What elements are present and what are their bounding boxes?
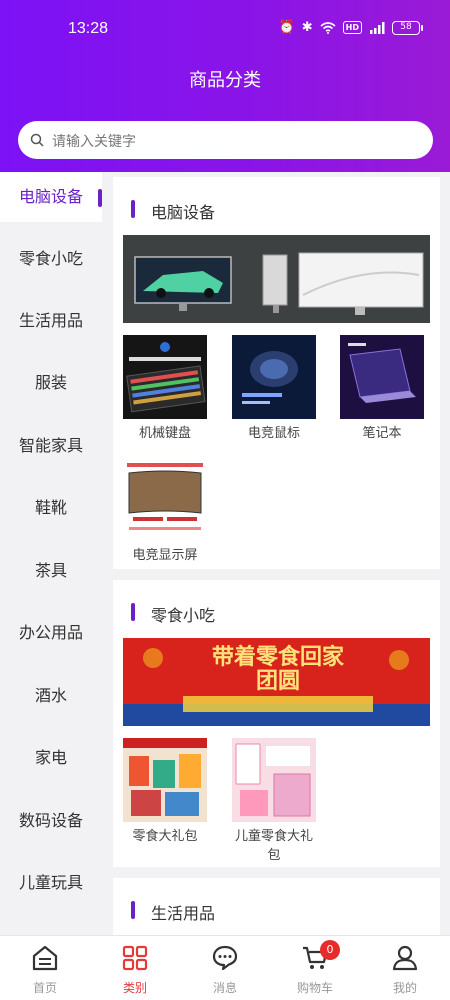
kids-snack-pack-image — [232, 738, 316, 822]
section-marker — [131, 200, 135, 218]
tab-profile[interactable]: 我的 — [360, 936, 450, 1000]
search-placeholder: 请输入关键字 — [52, 134, 136, 150]
section-marker — [131, 901, 135, 919]
tab-label: 消息 — [212, 981, 237, 995]
product-item[interactable]: 电竞鼠标 — [232, 335, 316, 443]
sidebar-item-drinks[interactable]: 酒水 — [0, 671, 102, 721]
section-marker — [131, 603, 135, 621]
message-icon — [212, 945, 238, 971]
active-indicator — [98, 189, 102, 207]
wifi-icon — [320, 21, 336, 34]
sidebar-item-label: 服装 — [34, 373, 67, 392]
tab-label: 首页 — [32, 981, 57, 995]
search-input[interactable]: 请输入关键字 — [18, 121, 433, 159]
product-name: 机械键盘 — [138, 426, 191, 441]
section-daily: 生活用品 — [113, 878, 440, 935]
sidebar-item-toys[interactable]: 儿童玩具 — [0, 858, 102, 908]
product-name: 电竞显示屏 — [132, 548, 198, 563]
section-title: 零食小吃 — [151, 606, 216, 625]
product-item[interactable]: 零食大礼包 — [123, 738, 207, 846]
sidebar-item-clothing[interactable]: 服装 — [0, 358, 102, 408]
category-sidebar: 电脑设备 零食小吃 生活用品 服装 智能家具 鞋靴 茶具 办公用品 酒水 家电 … — [0, 172, 102, 935]
product-item[interactable]: 儿童零食大礼包 — [232, 738, 316, 865]
product-item[interactable]: 电竞显示屏 — [123, 457, 207, 565]
sidebar-item-office[interactable]: 办公用品 — [0, 608, 102, 658]
sidebar-item-label: 儿童玩具 — [18, 873, 83, 892]
section-banner[interactable] — [123, 235, 430, 323]
sidebar-item-tea[interactable]: 茶具 — [0, 546, 102, 596]
product-image — [123, 457, 207, 541]
tab-label: 购物车 — [296, 981, 333, 995]
product-item[interactable]: 笔记本 — [340, 335, 424, 443]
sidebar-item-computer[interactable]: 电脑设备 — [0, 172, 102, 222]
search-icon — [30, 133, 44, 147]
product-name: 笔记本 — [362, 426, 402, 441]
profile-icon — [392, 945, 418, 971]
page-title: 商品分类 — [189, 70, 261, 91]
banner-text: 带着零食回家团圆 — [211, 645, 344, 694]
category-content: 电脑设备 机械键盘 电竞鼠标 笔记本 电竞显示屏 零食小吃 带着零食回家团圆 零… — [113, 172, 440, 935]
product-name: 儿童零食大礼包 — [234, 829, 313, 863]
signal-icon — [370, 21, 385, 34]
status-icons: ⏰ ✱ HD 58 — [278, 20, 423, 35]
sidebar-item-label: 零食小吃 — [18, 249, 83, 268]
product-image — [123, 335, 207, 419]
section-banner[interactable]: 带着零食回家团圆 — [123, 638, 430, 726]
sidebar-item-appliances[interactable]: 家电 — [0, 733, 102, 783]
status-bar: 13:28 ⏰ ✱ HD 58 — [0, 16, 450, 44]
section-computer: 电脑设备 机械键盘 电竞鼠标 笔记本 电竞显示屏 — [113, 177, 440, 569]
tab-label: 类别 — [122, 981, 147, 995]
sidebar-item-label: 酒水 — [34, 686, 67, 705]
section-title: 电脑设备 — [151, 203, 216, 222]
tab-messages[interactable]: 消息 — [180, 936, 270, 1000]
tab-cart[interactable]: 0 购物车 — [270, 936, 360, 1000]
tab-home[interactable]: 首页 — [0, 936, 90, 1000]
product-name: 零食大礼包 — [132, 829, 198, 844]
laptop-image — [340, 335, 424, 419]
product-item[interactable]: 机械键盘 — [123, 335, 207, 443]
alarm-icon: ⏰ — [278, 20, 295, 35]
product-image — [232, 738, 316, 822]
sidebar-item-label: 生活用品 — [18, 311, 83, 330]
tab-category[interactable]: 类别 — [90, 936, 180, 1000]
sidebar-item-label: 家电 — [34, 748, 67, 767]
sidebar-item-snacks[interactable]: 零食小吃 — [0, 234, 102, 284]
sidebar-item-digital[interactable]: 数码设备 — [0, 796, 102, 846]
product-image — [340, 335, 424, 419]
gaming-monitor-image — [123, 457, 207, 541]
product-image — [232, 335, 316, 419]
section-title: 生活用品 — [151, 904, 216, 923]
home-icon — [32, 945, 58, 971]
status-time: 13:28 — [68, 20, 109, 37]
sidebar-item-daily[interactable]: 生活用品 — [0, 296, 102, 346]
category-icon — [122, 945, 148, 971]
bottom-tab-bar: 首页 类别 消息 0 购物车 我的 — [0, 935, 450, 1000]
header: 13:28 ⏰ ✱ HD 58 商品分类 请输入关键字 — [0, 0, 450, 172]
product-image — [123, 738, 207, 822]
sidebar-item-shoes[interactable]: 鞋靴 — [0, 483, 102, 533]
section-snacks: 零食小吃 带着零食回家团圆 零食大礼包 儿童零食大礼包 — [113, 580, 440, 867]
sidebar-item-label: 智能家具 — [18, 436, 83, 455]
sidebar-item-label: 茶具 — [34, 561, 67, 580]
sidebar-item-label: 办公用品 — [18, 623, 83, 642]
sidebar-item-label: 鞋靴 — [34, 498, 67, 517]
gaming-mouse-image — [232, 335, 316, 419]
snack-pack-image — [123, 738, 207, 822]
bluetooth-icon: ✱ — [301, 20, 313, 35]
sidebar-item-label: 数码设备 — [18, 811, 83, 830]
cart-badge: 0 — [320, 940, 340, 960]
sidebar-item-label: 电脑设备 — [18, 187, 83, 206]
battery-icon: 58 — [392, 20, 423, 35]
keyboard-image — [123, 335, 207, 419]
monitors-banner-image — [123, 235, 430, 323]
product-name: 电竞鼠标 — [247, 426, 300, 441]
sidebar-item-smart-furniture[interactable]: 智能家具 — [0, 421, 102, 471]
tab-label: 我的 — [392, 981, 417, 995]
hd-icon: HD — [342, 21, 362, 34]
